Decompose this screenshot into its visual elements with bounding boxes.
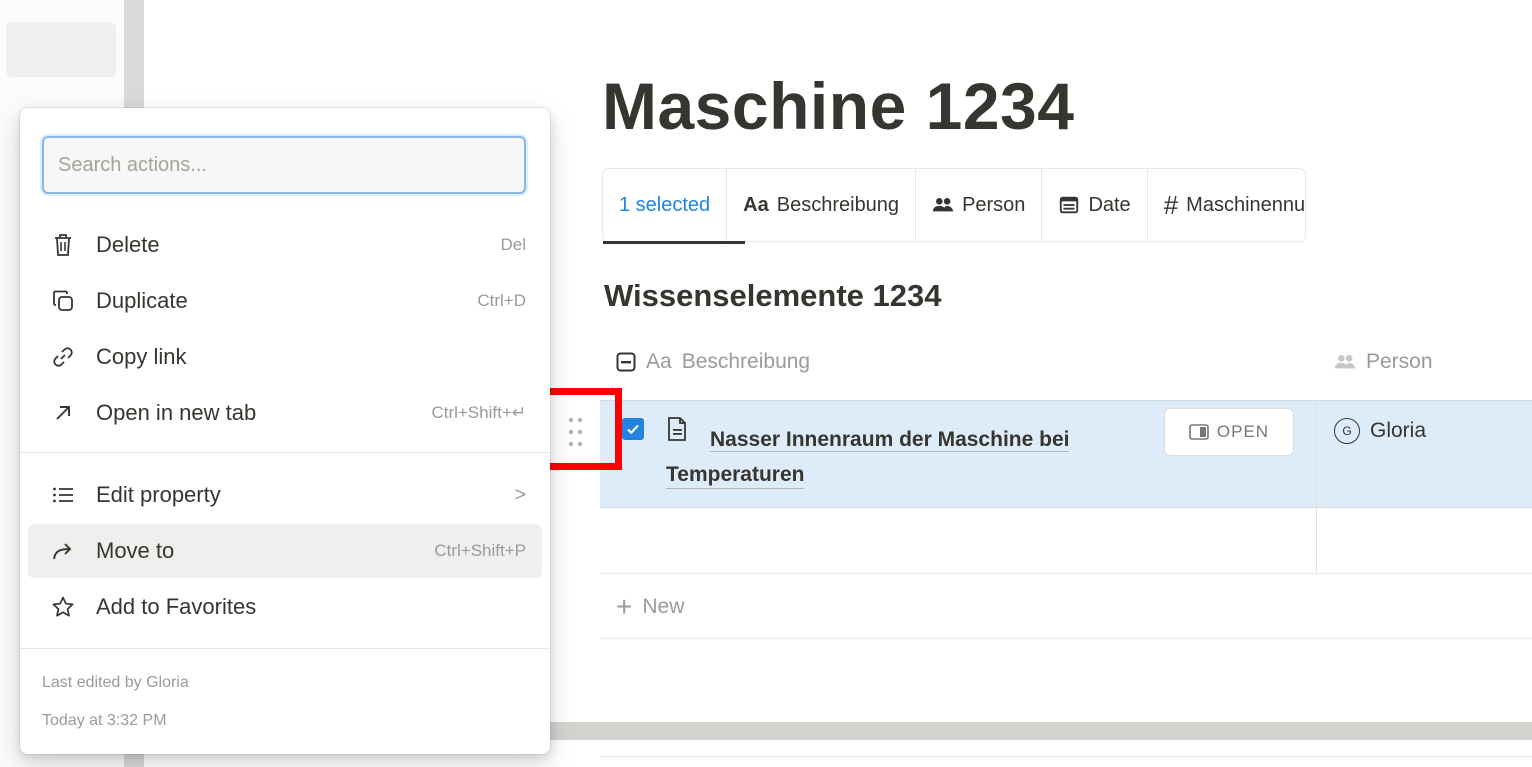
tab-label: Date — [1088, 193, 1131, 216]
checkmark-icon — [627, 424, 639, 435]
database-title: Wissenselemente 1234 — [604, 278, 942, 313]
text-property-icon: Aa — [646, 350, 672, 373]
page-title: Maschine 1234 — [602, 69, 1075, 143]
number-property-icon: # — [1163, 189, 1179, 220]
chevron-right-icon: > — [514, 483, 526, 506]
row-title[interactable]: Nasser Innenraum der Maschine bei — [710, 416, 1155, 464]
shortcut-hint: Ctrl+Shift+P — [434, 541, 526, 560]
last-edited-time: Today at 3:32 PM — [42, 712, 167, 729]
last-edited-by: Last edited by Gloria — [42, 674, 189, 691]
column-label: Person — [1366, 350, 1433, 373]
table-row[interactable] — [600, 508, 1532, 574]
app-window: Maschine 1234 1 selected Aa Beschreibung… — [0, 0, 1532, 767]
duplicate-icon — [50, 288, 76, 314]
avatar: G — [1334, 418, 1360, 444]
menu-item-label: Duplicate — [96, 288, 188, 313]
tab-beschreibung[interactable]: Aa Beschreibung — [727, 168, 917, 242]
menu-item-move-to[interactable]: Move to Ctrl+Shift+P — [28, 524, 542, 578]
shortcut-hint: Del — [500, 235, 526, 254]
sidebar-item[interactable] — [6, 22, 116, 77]
menu-item-open-in-new-tab[interactable]: Open in new tab Ctrl+Shift+↵ — [28, 386, 542, 440]
text-property-icon: Aa — [743, 193, 769, 216]
menu-divider — [20, 452, 550, 453]
add-new-row-button[interactable]: + New — [600, 575, 1532, 639]
move-arrow-icon — [50, 538, 76, 564]
divider — [600, 756, 1532, 757]
menu-item-copy-link[interactable]: Copy link — [28, 330, 542, 384]
open-page-button[interactable]: OPEN — [1164, 408, 1294, 456]
menu-item-label: Copy link — [96, 344, 187, 369]
tab-label: 1 selected — [619, 193, 711, 216]
select-all-minus-icon[interactable] — [616, 352, 636, 372]
arrow-up-right-icon — [50, 400, 76, 426]
plus-icon: + — [616, 590, 633, 622]
new-label: New — [642, 594, 685, 618]
selection-toolbar: 1 selected Aa Beschreibung Person Date #… — [602, 168, 1307, 244]
context-menu: Delete Del Duplicate Ctrl+D Copy link Op… — [20, 108, 550, 754]
tab-selected-count[interactable]: 1 selected — [603, 168, 746, 244]
table-header: Aa Beschreibung Person — [600, 334, 1532, 394]
shortcut-hint: Ctrl+D — [477, 291, 526, 310]
row-title-continuation[interactable]: Temperaturen — [666, 462, 805, 489]
menu-item-label: Edit property — [96, 482, 221, 507]
person-name: Gloria — [1370, 419, 1427, 442]
list-icon — [50, 482, 76, 508]
tab-date[interactable]: Date — [1042, 168, 1148, 242]
menu-item-delete[interactable]: Delete Del — [28, 218, 542, 272]
person-cell[interactable]: G Gloria — [1334, 418, 1426, 444]
menu-item-label: Add to Favorites — [96, 594, 257, 619]
link-icon — [50, 344, 76, 370]
open-label: OPEN — [1216, 422, 1270, 441]
column-header-person[interactable]: Person — [1334, 350, 1433, 374]
trash-icon — [50, 232, 76, 258]
menu-item-edit-property[interactable]: Edit property > — [28, 468, 542, 522]
tab-person[interactable]: Person — [916, 168, 1043, 242]
column-divider — [1316, 400, 1317, 574]
column-header-beschreibung[interactable]: Aa Beschreibung — [616, 350, 810, 374]
menu-item-label: Delete — [96, 232, 160, 257]
menu-item-add-to-favorites[interactable]: Add to Favorites — [28, 580, 542, 634]
column-label: Beschreibung — [681, 350, 811, 373]
side-peek-icon — [1189, 424, 1209, 440]
row-checkbox[interactable] — [622, 418, 644, 440]
menu-item-duplicate[interactable]: Duplicate Ctrl+D — [28, 274, 542, 328]
shortcut-hint: Ctrl+Shift+↵ — [431, 403, 526, 422]
row-title-line: Nasser Innenraum der Maschine bei — [710, 428, 1070, 452]
people-icon — [1334, 355, 1356, 369]
people-icon — [932, 198, 954, 212]
menu-item-label: Move to — [96, 538, 175, 563]
star-icon — [50, 594, 76, 620]
tab-label: Person — [962, 193, 1026, 216]
calendar-icon — [1060, 196, 1079, 214]
menu-item-label: Open in new tab — [96, 400, 257, 425]
page-icon — [668, 417, 686, 441]
menu-divider — [20, 648, 550, 649]
tab-label: Maschinennu — [1186, 193, 1306, 216]
tab-maschinennummer[interactable]: # Maschinennu — [1148, 168, 1305, 242]
search-actions-input[interactable] — [42, 136, 526, 194]
tab-label: Beschreibung — [776, 193, 900, 216]
